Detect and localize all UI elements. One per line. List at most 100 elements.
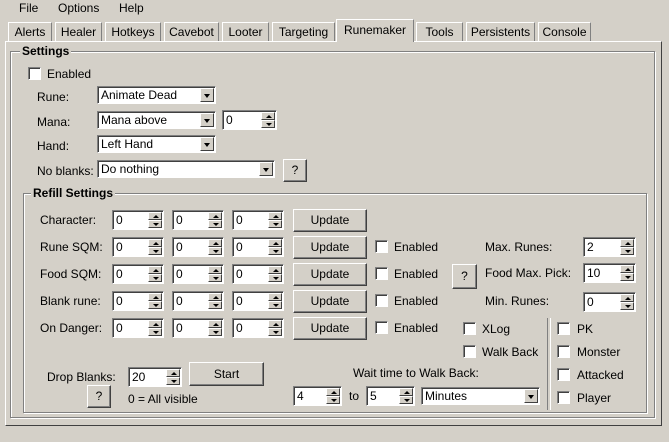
refill-row-stepper[interactable]: 0 — [172, 237, 224, 257]
spin-down-icon[interactable] — [208, 328, 222, 336]
spin-down-icon[interactable] — [148, 274, 162, 282]
spin-up-icon[interactable] — [166, 369, 180, 377]
spin-down-icon[interactable] — [268, 247, 282, 255]
spin-down-icon[interactable] — [268, 220, 282, 228]
spin-up-icon[interactable] — [148, 293, 162, 301]
spin-down-icon[interactable] — [268, 328, 282, 336]
spin-down-icon[interactable] — [620, 302, 634, 310]
refill-row-stepper[interactable]: 0 — [232, 264, 284, 284]
refill-row-stepper[interactable]: 0 — [112, 291, 164, 311]
spin-up-icon[interactable] — [208, 266, 222, 274]
spin-up-icon[interactable] — [268, 320, 282, 328]
no-blanks-help-button[interactable]: ? — [283, 159, 307, 182]
refill-row-stepper[interactable]: 0 — [112, 318, 164, 338]
attacked-checkbox[interactable] — [557, 368, 570, 381]
refill-row-stepper[interactable]: 0 — [232, 318, 284, 338]
spin-down-icon[interactable] — [208, 274, 222, 282]
spin-down-icon[interactable] — [148, 301, 162, 309]
spin-down-icon[interactable] — [208, 301, 222, 309]
refill-row-stepper[interactable]: 0 — [112, 264, 164, 284]
rune-select[interactable]: Animate Dead — [97, 86, 216, 104]
spin-down-icon[interactable] — [166, 377, 180, 385]
tab-hotkeys[interactable]: Hotkeys — [105, 22, 161, 41]
spin-up-icon[interactable] — [620, 294, 634, 302]
player-checkbox[interactable] — [557, 391, 570, 404]
xlog-checkbox[interactable] — [463, 322, 476, 335]
spin-up-icon[interactable] — [148, 320, 162, 328]
spin-down-icon[interactable] — [148, 328, 162, 336]
spin-up-icon[interactable] — [326, 388, 340, 396]
spin-down-icon[interactable] — [326, 396, 340, 404]
monster-checkbox[interactable] — [557, 345, 570, 358]
menu-help[interactable]: Help — [119, 1, 144, 15]
spin-up-icon[interactable] — [208, 212, 222, 220]
spin-up-icon[interactable] — [208, 320, 222, 328]
spin-down-icon[interactable] — [268, 274, 282, 282]
refill-row-stepper[interactable]: 0 — [232, 237, 284, 257]
refill-row-stepper[interactable]: 0 — [172, 264, 224, 284]
drop-blanks-stepper[interactable]: 20 — [128, 367, 182, 387]
spin-up-icon[interactable] — [261, 112, 275, 120]
refill-enabled-checkbox[interactable] — [375, 321, 388, 334]
refill-update-button[interactable]: Update — [293, 317, 367, 340]
spin-down-icon[interactable] — [399, 396, 413, 404]
refill-help-button[interactable]: ? — [452, 264, 477, 289]
spin-down-icon[interactable] — [620, 247, 634, 255]
tab-runemaker[interactable]: Runemaker — [336, 19, 414, 42]
spin-up-icon[interactable] — [268, 266, 282, 274]
wait-from-stepper[interactable]: 4 — [293, 386, 342, 406]
spin-down-icon[interactable] — [148, 220, 162, 228]
spin-up-icon[interactable] — [148, 266, 162, 274]
no-blanks-select[interactable]: Do nothing — [97, 160, 275, 178]
walk-back-checkbox[interactable] — [463, 345, 476, 358]
refill-update-button[interactable]: Update — [293, 236, 367, 259]
food-max-pick-stepper[interactable]: 10 — [583, 263, 636, 283]
menu-options[interactable]: Options — [58, 1, 99, 15]
wait-unit-select[interactable]: Minutes — [421, 387, 540, 405]
spin-up-icon[interactable] — [148, 239, 162, 247]
mana-amount-stepper[interactable]: 0 — [222, 110, 277, 130]
refill-row-stepper[interactable]: 0 — [232, 291, 284, 311]
spin-up-icon[interactable] — [148, 212, 162, 220]
refill-update-button[interactable]: Update — [293, 209, 367, 232]
tab-looter[interactable]: Looter — [222, 22, 269, 41]
wait-to-stepper[interactable]: 5 — [366, 386, 415, 406]
tab-healer[interactable]: Healer — [55, 22, 102, 41]
tab-persistents[interactable]: Persistents — [466, 22, 535, 41]
drop-blanks-help-button[interactable]: ? — [87, 385, 111, 408]
start-button[interactable]: Start — [189, 362, 264, 386]
spin-up-icon[interactable] — [268, 239, 282, 247]
spin-down-icon[interactable] — [208, 247, 222, 255]
mana-select[interactable]: Mana above — [97, 111, 216, 129]
spin-up-icon[interactable] — [399, 388, 413, 396]
spin-down-icon[interactable] — [268, 301, 282, 309]
tab-alerts[interactable]: Alerts — [8, 22, 52, 41]
refill-enabled-checkbox[interactable] — [375, 294, 388, 307]
spin-up-icon[interactable] — [620, 265, 634, 273]
min-runes-stepper[interactable]: 0 — [583, 292, 636, 312]
refill-row-stepper[interactable]: 0 — [232, 210, 284, 230]
tab-targeting[interactable]: Targeting — [272, 22, 335, 41]
refill-enabled-checkbox[interactable] — [375, 267, 388, 280]
refill-row-stepper[interactable]: 0 — [172, 318, 224, 338]
tab-cavebot[interactable]: Cavebot — [164, 22, 219, 41]
refill-row-stepper[interactable]: 0 — [172, 210, 224, 230]
spin-up-icon[interactable] — [268, 212, 282, 220]
spin-down-icon[interactable] — [148, 247, 162, 255]
menu-file[interactable]: File — [19, 1, 38, 15]
settings-enabled-checkbox[interactable] — [28, 67, 41, 80]
hand-select[interactable]: Left Hand — [97, 135, 216, 153]
spin-up-icon[interactable] — [208, 293, 222, 301]
refill-enabled-checkbox[interactable] — [375, 240, 388, 253]
tab-console[interactable]: Console — [538, 22, 591, 41]
spin-up-icon[interactable] — [620, 239, 634, 247]
refill-update-button[interactable]: Update — [293, 290, 367, 313]
spin-up-icon[interactable] — [208, 239, 222, 247]
refill-row-stepper[interactable]: 0 — [112, 237, 164, 257]
refill-row-stepper[interactable]: 0 — [112, 210, 164, 230]
spin-down-icon[interactable] — [620, 273, 634, 281]
max-runes-stepper[interactable]: 2 — [583, 237, 636, 257]
tab-tools[interactable]: Tools — [416, 22, 463, 41]
pk-checkbox[interactable] — [557, 322, 570, 335]
refill-update-button[interactable]: Update — [293, 263, 367, 286]
